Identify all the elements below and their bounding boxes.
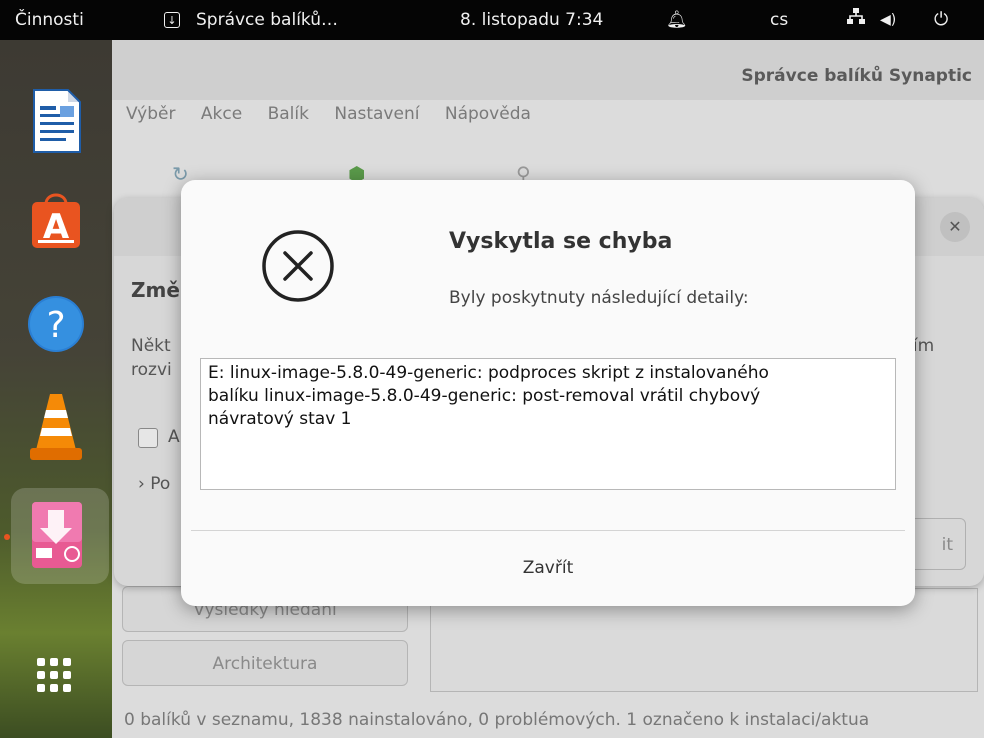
status-bar: 0 balíků v seznamu, 1838 nainstalováno, … — [124, 710, 870, 730]
power-icon[interactable]: ⏻ — [934, 0, 948, 40]
menu-akce[interactable]: Akce — [201, 104, 242, 124]
close-icon[interactable]: ✕ — [940, 212, 970, 242]
show-applications-icon[interactable] — [37, 658, 71, 692]
help-icon[interactable]: ? — [26, 292, 86, 356]
architecture-button[interactable]: Architektura — [122, 640, 408, 686]
details-line: návratový stav 1 — [208, 409, 352, 429]
running-indicator — [4, 534, 10, 540]
synaptic-icon[interactable] — [26, 496, 86, 568]
dock: A ? — [0, 40, 112, 738]
changes-dialog-heading: Změ — [131, 278, 180, 302]
menu-vyber[interactable]: Výběr — [126, 104, 175, 124]
checkbox-label: A — [168, 427, 180, 447]
menu-balik[interactable]: Balík — [268, 104, 309, 124]
vlc-icon[interactable] — [26, 390, 86, 460]
divider — [191, 530, 905, 531]
ubuntu-software-icon[interactable]: A — [26, 188, 86, 252]
window-title: Správce balíků Synaptic — [741, 66, 972, 86]
checkbox[interactable] — [138, 428, 158, 448]
error-title: Vyskytla se chyba — [449, 229, 673, 254]
activities-button[interactable]: Činnosti — [15, 0, 84, 40]
top-bar: Činnosti ↓ Správce balíků… 8. listopadu … — [0, 0, 984, 40]
close-button[interactable]: Zavřít — [181, 532, 915, 606]
app-menu-icon[interactable]: ↓ — [164, 12, 180, 28]
volume-icon[interactable]: ◀︎) — [880, 0, 896, 40]
error-details-textview[interactable]: E: linux-image-5.8.0-49-generic: podproc… — [200, 358, 896, 490]
expander-label: Po — [150, 474, 171, 494]
libreoffice-writer-icon[interactable] — [26, 86, 86, 153]
expander[interactable]: › Po — [138, 474, 170, 494]
menu-nastaveni[interactable]: Nastavení — [334, 104, 419, 124]
details-line: balíku linux-image-5.8.0-49-generic: pos… — [208, 386, 761, 406]
network-icon[interactable] — [846, 0, 866, 40]
details-line: E: linux-image-5.8.0-49-generic: podproc… — [208, 363, 769, 383]
svg-text:?: ? — [46, 305, 65, 346]
clock[interactable]: 8. listopadu 7:34 — [460, 0, 603, 40]
input-language-indicator[interactable]: cs — [770, 0, 788, 40]
error-subtitle: Byly poskytnuty následující detaily: — [449, 288, 749, 308]
error-dialog: Vyskytla se chyba Byly poskytnuty násled… — [181, 180, 915, 606]
alarm-bell-icon[interactable]: 🔔︎ — [666, 0, 688, 40]
app-menu-title[interactable]: Správce balíků… — [196, 0, 338, 40]
menu-bar: Výběr Akce Balík Nastavení Nápověda — [126, 104, 551, 124]
menu-napoveda[interactable]: Nápověda — [445, 104, 531, 124]
window-header: Správce balíků Synaptic — [112, 40, 984, 100]
changes-dialog-text: Někt rozvi — [131, 336, 172, 380]
error-icon — [262, 230, 334, 302]
